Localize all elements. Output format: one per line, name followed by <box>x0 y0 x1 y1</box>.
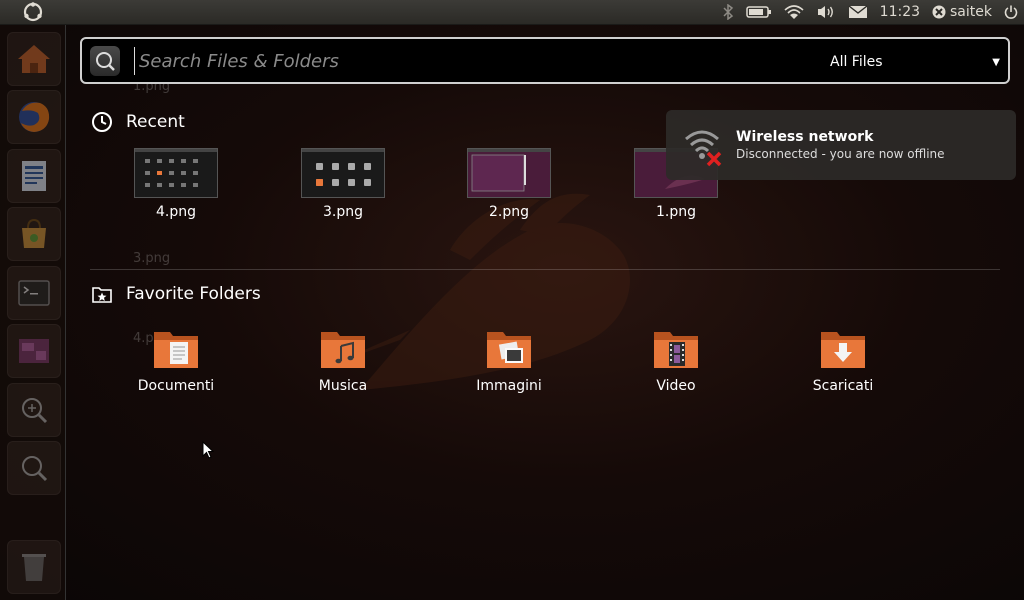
launcher-item-apps-lens[interactable] <box>7 383 61 437</box>
launcher-item-trash[interactable] <box>7 540 61 594</box>
clock-icon <box>90 110 114 134</box>
image-thumbnail <box>134 148 218 198</box>
home-folder-icon <box>18 45 50 73</box>
offline-status-icon <box>932 5 946 19</box>
folder-label: Video <box>656 378 696 394</box>
folder-item[interactable]: Immagini <box>434 328 584 394</box>
launcher-item-home[interactable] <box>7 32 61 86</box>
terminal-icon <box>18 280 50 306</box>
folder-item[interactable]: Scaricati <box>768 328 918 394</box>
recent-item-label: 4.png <box>155 204 196 220</box>
launcher-item-writer[interactable] <box>7 149 61 203</box>
network-notification: Wireless network Disconnected - you are … <box>666 110 1016 180</box>
folder-label: Immagini <box>476 378 542 394</box>
volume-icon <box>817 6 833 18</box>
launcher-item-workspaces[interactable] <box>7 324 61 378</box>
envelope-icon <box>848 5 868 18</box>
folder-item[interactable]: Video <box>601 328 751 394</box>
network-indicator[interactable] <box>778 0 810 24</box>
launcher-item-firefox[interactable] <box>7 90 61 144</box>
search-bar: All Files ▼ <box>80 37 1010 84</box>
music-folder-icon <box>319 328 367 372</box>
clock[interactable]: 11:23 <box>874 0 926 24</box>
wifi-icon <box>784 5 804 19</box>
launcher <box>0 25 66 600</box>
favorite-folder-icon <box>90 282 114 306</box>
favorites-title: Favorite Folders <box>126 284 261 304</box>
folder-item[interactable]: Documenti <box>101 328 251 394</box>
recent-item-label: 2.png <box>488 204 529 220</box>
search-input[interactable] <box>134 47 739 75</box>
recent-item-label: 3.png <box>322 204 363 220</box>
launcher-item-files-lens[interactable] <box>7 441 61 495</box>
messaging-indicator[interactable] <box>842 0 874 24</box>
software-center-icon <box>22 218 46 248</box>
bluetooth-indicator[interactable] <box>716 0 740 24</box>
firefox-icon <box>19 102 50 132</box>
favorites-section-header[interactable]: Favorite Folders <box>90 282 261 306</box>
image-thumbnail <box>467 148 551 198</box>
pictures-folder-icon <box>485 328 533 372</box>
ubuntu-logo-icon <box>23 2 42 22</box>
search-button[interactable] <box>90 46 120 76</box>
power-icon <box>1004 5 1018 19</box>
ghost-label: 3.png <box>133 251 171 266</box>
recent-item[interactable]: 4.png <box>101 148 251 220</box>
launcher-item-terminal[interactable] <box>7 266 61 320</box>
launcher-item-software-center[interactable] <box>7 207 61 261</box>
search-icon <box>96 52 115 71</box>
battery-icon <box>745 6 771 18</box>
video-folder-icon <box>652 328 700 372</box>
section-divider <box>90 269 1000 270</box>
recent-item-label: 1.png <box>655 204 696 220</box>
chevron-down-icon: ▼ <box>992 56 1000 68</box>
writer-icon <box>22 161 46 191</box>
recent-title: Recent <box>126 112 185 132</box>
session-menu[interactable] <box>998 0 1024 24</box>
user-name: saitek <box>950 4 992 20</box>
top-panel: 11:23 saitek <box>0 0 1024 25</box>
image-thumbnail <box>301 148 385 198</box>
files-lens-icon <box>22 456 48 482</box>
trash-icon <box>22 554 46 581</box>
folder-item[interactable]: Musica <box>268 328 418 394</box>
folder-label: Documenti <box>137 378 215 394</box>
notification-body: Disconnected - you are now offline <box>736 147 945 161</box>
apps-lens-icon <box>22 398 48 424</box>
recent-section-header[interactable]: Recent <box>90 110 185 134</box>
workspaces-icon <box>19 339 49 363</box>
recent-item[interactable]: 2.png <box>434 148 584 220</box>
recent-item[interactable]: 3.png <box>268 148 418 220</box>
notification-title: Wireless network <box>736 129 874 145</box>
bluetooth-icon <box>723 4 733 20</box>
downloads-folder-icon <box>819 328 867 372</box>
file-type-filter[interactable]: All Files ▼ <box>830 51 1000 73</box>
folder-label: Scaricati <box>812 378 874 394</box>
documents-folder-icon <box>152 328 200 372</box>
filter-label: All Files <box>830 54 883 70</box>
sound-indicator[interactable] <box>810 0 842 24</box>
folder-label: Musica <box>318 378 368 394</box>
wireless-disconnected-icon <box>682 123 726 167</box>
mouse-pointer-icon <box>202 441 215 459</box>
desktop: 11:23 saitek 1.png 3.png 4.png Search Fi… <box>0 0 1024 600</box>
user-menu[interactable]: saitek <box>926 0 998 24</box>
battery-indicator[interactable] <box>740 0 778 24</box>
ubuntu-button[interactable] <box>0 0 65 24</box>
